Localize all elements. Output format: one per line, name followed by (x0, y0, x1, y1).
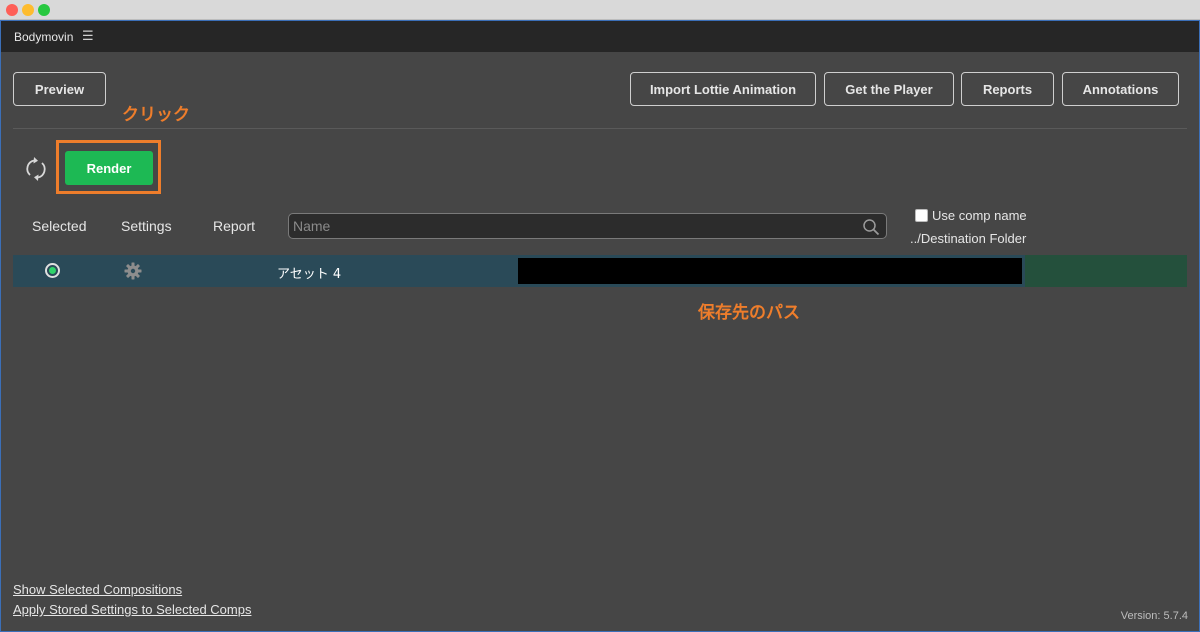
use-comp-name-label: Use comp name (932, 208, 1027, 223)
gear-icon[interactable] (124, 262, 142, 280)
column-settings-label: Settings (121, 218, 172, 234)
destination-folder-label: ../Destination Folder (910, 231, 1027, 246)
annotation-save-path: 保存先のパス (698, 303, 800, 323)
radio-dot (49, 267, 56, 274)
search-input[interactable] (293, 216, 853, 236)
get-player-button[interactable]: Get the Player (824, 72, 954, 106)
refresh-icon[interactable] (21, 154, 51, 184)
bodymovin-panel: Bodymovin ☰ Preview Import Lottie Animat… (0, 20, 1200, 632)
preview-button[interactable]: Preview (13, 72, 106, 106)
column-selected-label: Selected (32, 218, 87, 234)
composition-selected-radio[interactable] (45, 263, 60, 278)
import-lottie-button[interactable]: Import Lottie Animation (630, 72, 816, 106)
use-comp-name-checkbox[interactable] (915, 209, 928, 222)
apply-stored-settings-link[interactable]: Apply Stored Settings to Selected Comps (13, 602, 251, 617)
search-field (288, 213, 887, 239)
composition-row-report-cell (1025, 255, 1187, 287)
search-icon[interactable] (862, 218, 880, 236)
annotations-button[interactable]: Annotations (1062, 72, 1179, 106)
maximize-window-button[interactable] (38, 4, 50, 16)
composition-row[interactable]: アセット 4 (13, 255, 1187, 287)
show-selected-compositions-link[interactable]: Show Selected Compositions (13, 582, 182, 597)
window-titlebar (0, 0, 1200, 20)
composition-name: アセット 4 (277, 267, 342, 282)
close-window-button[interactable] (6, 4, 18, 16)
minimize-window-button[interactable] (22, 4, 34, 16)
panel-title: Bodymovin (14, 30, 74, 44)
version-label: Version: 5.7.4 (1120, 610, 1188, 622)
annotation-click: クリック (122, 105, 190, 125)
column-report-label: Report (213, 218, 256, 234)
panel-header: Bodymovin ☰ (1, 21, 1199, 52)
destination-path-redacted[interactable] (518, 258, 1022, 284)
reports-button[interactable]: Reports (961, 72, 1054, 106)
divider (13, 128, 1187, 129)
render-button[interactable]: Render (65, 151, 153, 185)
hamburger-icon[interactable]: ☰ (82, 29, 94, 42)
